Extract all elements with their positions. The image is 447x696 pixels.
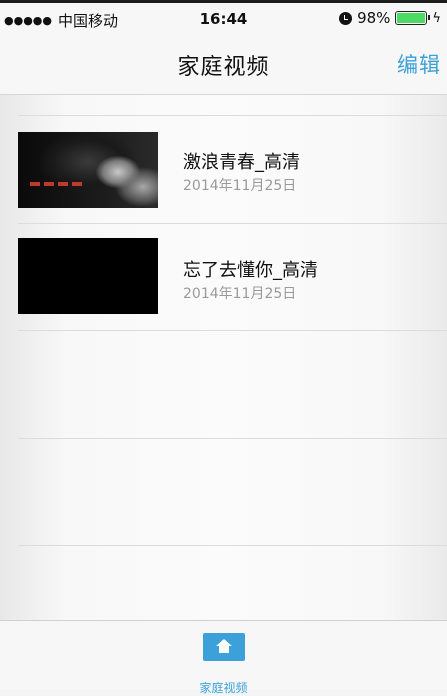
- video-thumbnail[interactable]: [18, 132, 158, 208]
- tab-home-videos[interactable]: 家庭视频: [0, 633, 447, 696]
- battery-percent: 98%: [357, 9, 391, 27]
- battery-fill: [397, 13, 425, 23]
- navigation-bar: 家庭视频 编辑: [0, 36, 447, 95]
- status-right: 98% ϟ: [339, 9, 441, 27]
- list-separator: [18, 438, 447, 439]
- home-icon: [202, 633, 245, 661]
- thumbnail-caption: [30, 182, 82, 186]
- list-separator: [18, 545, 447, 546]
- video-date: 2014年11月25日: [183, 178, 297, 194]
- video-title: 激浪青春_高清: [183, 152, 300, 173]
- page-title: 家庭视频: [177, 55, 270, 80]
- list-item[interactable]: 激浪青春_高清 2014年11月25日: [0, 116, 447, 223]
- charging-icon: ϟ: [432, 10, 441, 26]
- video-title: 忘了去懂你_高清: [183, 260, 318, 281]
- tab-label: 家庭视频: [199, 681, 248, 695]
- battery-cap: [428, 15, 431, 20]
- tab-bar: 家庭视频: [0, 620, 447, 695]
- battery-icon: [395, 11, 431, 25]
- alarm-icon: [339, 11, 353, 25]
- list-separator: [18, 330, 447, 331]
- list-item[interactable]: 忘了去懂你_高清 2014年11月25日: [0, 224, 447, 331]
- video-thumbnail[interactable]: [18, 238, 158, 314]
- status-bar: ●●●●● 中国移动 16:44 98% ϟ: [0, 0, 447, 36]
- edit-button[interactable]: 编辑: [397, 49, 441, 79]
- video-list[interactable]: 激浪青春_高清 2014年11月25日 忘了去懂你_高清 2014年11月25日: [0, 95, 447, 620]
- video-date: 2014年11月25日: [183, 286, 297, 302]
